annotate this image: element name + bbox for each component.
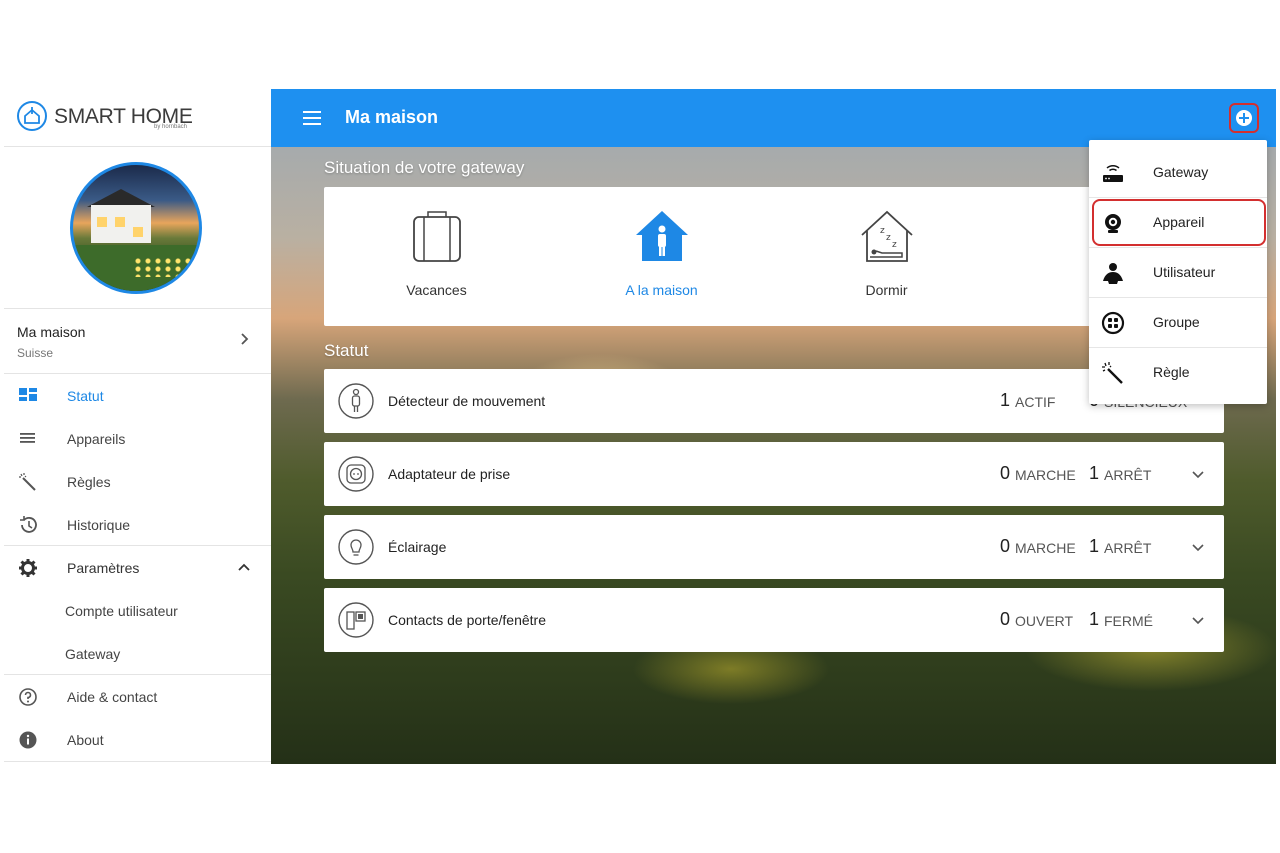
status-count-b: 1 [1089, 609, 1100, 629]
sidebar-item-label: Règles [67, 474, 111, 490]
history-icon [20, 516, 37, 533]
mode-label: Vacances [406, 282, 467, 298]
sidebar-item-label: Aide & contact [67, 689, 158, 705]
status-unit-a: ACTIF [1015, 394, 1056, 410]
sidebar-item-about[interactable]: About [4, 718, 271, 761]
status-count-a: 0 [1000, 536, 1011, 556]
status-count-b: 1 [1089, 536, 1100, 556]
sidebar-item-label: Gateway [65, 646, 121, 662]
status-count-a: 1 [1000, 390, 1011, 410]
mode-label: Dormir [865, 282, 908, 298]
svg-text:z: z [892, 240, 897, 250]
menu-button[interactable] [301, 108, 323, 128]
router-icon [1103, 164, 1123, 182]
door-window-contact-icon [338, 602, 374, 638]
status-count-a: 0 [1000, 609, 1011, 629]
sidebar-item-appareils[interactable]: Appareils [4, 417, 271, 460]
status-unit-a: MARCHE [1015, 540, 1076, 556]
chevron-down-icon[interactable] [1190, 612, 1206, 628]
status-label: Éclairage [388, 539, 447, 555]
magic-wand-icon [1102, 362, 1123, 384]
sidebar-item-parametres[interactable]: Paramètres [4, 546, 271, 589]
light-bulb-icon [338, 529, 374, 565]
sidebar-item-label: Paramètres [67, 560, 140, 576]
status-count-a: 0 [1000, 463, 1011, 483]
suitcase-icon [413, 211, 461, 262]
help-icon [19, 688, 37, 706]
status-unit-b: ARRÊT [1104, 467, 1152, 483]
sidebar-item-label: Statut [67, 388, 104, 404]
sidebar-item-label: Historique [67, 517, 131, 533]
status-unit-a: OUVERT [1015, 613, 1074, 629]
chevron-down-icon[interactable] [1190, 466, 1206, 482]
status-label: Détecteur de mouvement [388, 393, 546, 409]
sidebar-item-aide[interactable]: Aide & contact [4, 675, 271, 718]
status-section-title: Statut [324, 341, 369, 360]
smart-home-logo-icon [17, 101, 47, 131]
menu-item-label: Règle [1153, 364, 1190, 380]
gateway-section-title: Situation de votre gateway [324, 158, 525, 177]
menu-item-label: Utilisateur [1153, 264, 1216, 280]
status-label: Contacts de porte/fenêtre [388, 612, 546, 628]
status-row-door-window[interactable]: Contacts de porte/fenêtre 0 OUVERT 1 FER… [324, 588, 1224, 652]
info-icon [19, 731, 37, 749]
home-person-icon [636, 211, 688, 261]
sidebar-subitem-compte[interactable]: Compte utilisateur [4, 589, 271, 632]
svg-text:z: z [886, 233, 891, 243]
selection-highlight [1092, 199, 1266, 246]
sidebar-item-historique[interactable]: Historique [4, 503, 271, 546]
home-selector[interactable]: Ma maison Suisse [4, 309, 271, 374]
mode-a-la-maison[interactable]: A la maison [549, 187, 774, 326]
status-unit-b: FERMÉ [1104, 613, 1153, 629]
menu-item-gateway[interactable]: Gateway [1089, 147, 1267, 197]
add-menu-dropdown: Gateway Appareil Utilisateur Groupe Règl… [1089, 140, 1267, 404]
brand-header: SMART HOME by hornbach [4, 89, 271, 147]
sidebar-item-label: About [67, 732, 104, 748]
dashboard-icon [19, 388, 37, 401]
sidebar-item-statut[interactable]: Statut [4, 374, 271, 417]
page-title: Ma maison [345, 107, 439, 127]
home-name: Ma maison [17, 324, 86, 340]
sidebar-item-label: Appareils [67, 431, 126, 447]
chevron-right-icon [241, 333, 249, 345]
user-icon [1103, 263, 1123, 284]
sidebar-item-label: Compte utilisateur [65, 603, 178, 619]
brand-subtitle: by hornbach [154, 124, 188, 130]
menu-item-label: Groupe [1153, 314, 1200, 330]
mode-vacances[interactable]: Vacances [324, 187, 549, 326]
add-button[interactable] [1229, 103, 1259, 133]
menu-item-utilisateur[interactable]: Utilisateur [1089, 247, 1267, 297]
motion-detector-icon [338, 383, 374, 419]
status-count-b: 1 [1089, 463, 1100, 483]
status-unit-b: ARRÊT [1104, 540, 1152, 556]
status-row-lighting[interactable]: Éclairage 0 MARCHE 1 ARRÊT [324, 515, 1224, 579]
home-avatar[interactable] [70, 162, 202, 294]
status-row-plug[interactable]: Adaptateur de prise 0 MARCHE 1 ARRÊT [324, 442, 1224, 506]
mode-dormir[interactable]: z z z Dormir [774, 187, 999, 326]
top-app-bar: Ma maison [271, 89, 1276, 147]
home-avatar-section [4, 147, 271, 309]
magic-wand-icon [19, 473, 36, 491]
status-unit-a: MARCHE [1015, 467, 1076, 483]
mode-label: A la maison [625, 282, 698, 298]
gear-icon [19, 559, 37, 577]
chevron-down-icon[interactable] [1190, 539, 1206, 555]
group-icon [1101, 311, 1125, 335]
chevron-up-icon [238, 563, 250, 571]
status-label: Adaptateur de prise [388, 466, 511, 482]
list-icon [20, 433, 35, 443]
home-location: Suisse [17, 346, 54, 360]
menu-item-regle[interactable]: Règle [1089, 347, 1267, 397]
sidebar-item-regles[interactable]: Règles [4, 460, 271, 503]
menu-item-groupe[interactable]: Groupe [1089, 297, 1267, 347]
sidebar: SMART HOME by hornbach Ma maison Suisse [4, 89, 271, 764]
sidebar-subitem-gateway[interactable]: Gateway [4, 632, 271, 675]
plus-circle-icon [1236, 110, 1252, 126]
menu-item-label: Gateway [1153, 164, 1209, 180]
plug-adapter-icon [338, 456, 374, 492]
sleep-house-icon: z z z [861, 210, 913, 262]
svg-text:z: z [880, 226, 885, 236]
